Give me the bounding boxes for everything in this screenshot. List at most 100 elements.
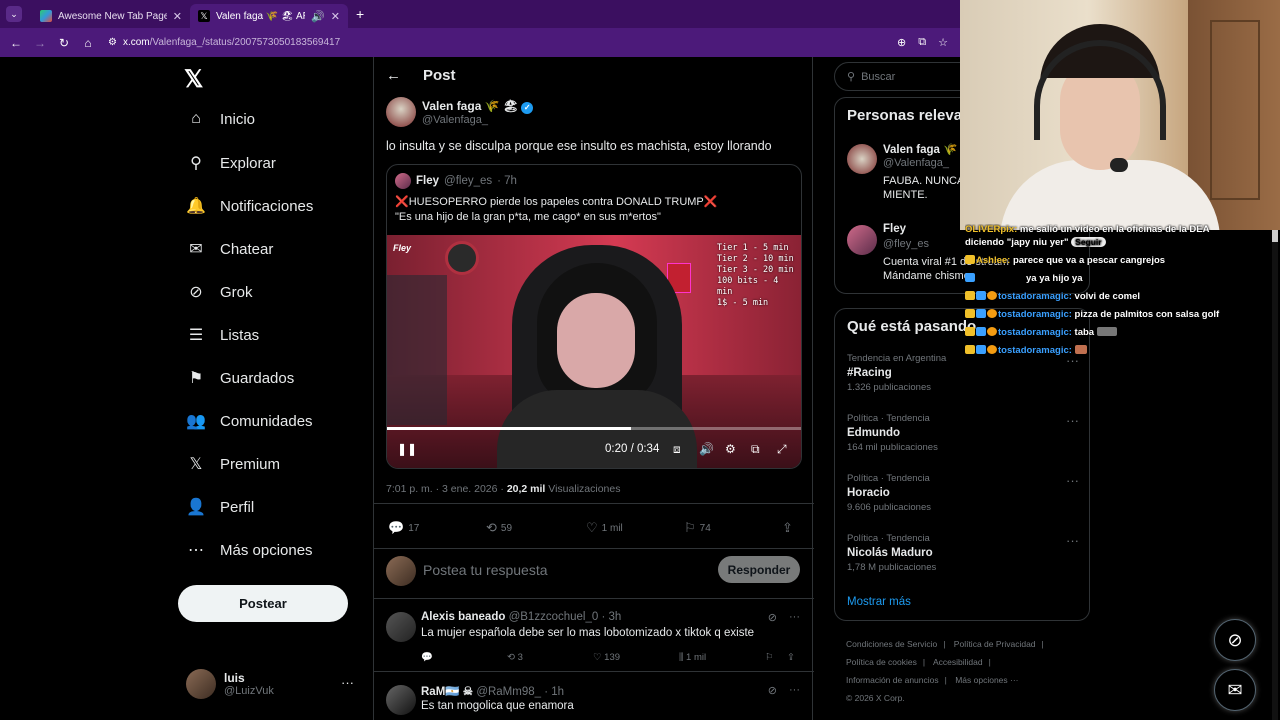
more-icon[interactable]: ··· [1066,473,1079,488]
fullscreen-icon[interactable]: ⤢ [777,442,787,457]
x-logo-icon[interactable]: 𝕏 [184,65,203,94]
trend-item[interactable]: Política · Tendencia Edmundo 164 mil publi… [847,413,1085,453]
avatar[interactable] [386,685,416,715]
install-icon[interactable]: ⧉ [918,36,926,49]
more-icon[interactable]: ··· [1066,413,1079,428]
post-button[interactable]: Postear [178,585,348,622]
back-arrow-icon[interactable]: ← [386,67,401,84]
trend-item[interactable]: Política · Tendencia Horacio 9.606 publica… [847,473,1085,513]
volume-icon[interactable]: 🔊 [699,442,714,456]
like-count: 1 mil [601,522,623,534]
nav-item-grok[interactable]: ⊘ Grok [186,282,252,302]
footer-link[interactable]: Información de anuncios [846,675,939,685]
trend-name: #Racing [847,367,892,379]
nav-item-premium[interactable]: 𝕏 Premium [186,454,280,474]
nav-item-mas-opciones[interactable]: ⋯ Más opciones [186,540,313,560]
bookmark-button[interactable]: ⚐ 74 [684,520,711,536]
crown-badge-icon [965,255,975,264]
follow-button[interactable]: Seguir [1071,237,1106,247]
tab-awesome-new-tab[interactable]: Awesome New Tab Page ✕ [32,4,190,28]
close-icon[interactable]: ✕ [331,10,340,23]
nav-label: Explorar [220,154,276,172]
trend-name: Edmundo [847,427,901,439]
nav-item-inicio[interactable]: ⌂ Inicio [186,110,255,128]
footer-link[interactable]: Condiciones de Servicio [846,639,937,649]
nav-item-chatear[interactable]: ✉ Chatear [186,239,273,259]
comment-views[interactable]: ⫼ 1 mil [679,652,706,663]
grok-icon[interactable]: ⊘ [768,684,777,697]
more-icon[interactable]: ··· [789,611,800,624]
footer-link[interactable]: Accesibilidad [933,657,983,667]
new-tab-button[interactable]: + [356,6,364,22]
reply-input[interactable]: Postea tu respuesta [423,562,548,578]
forward-icon[interactable]: → [28,36,52,50]
nav-item-perfil[interactable]: 👤 Perfil [186,497,254,517]
show-more-link[interactable]: Mostrar más [847,596,911,608]
page-scrollbar[interactable] [1272,230,1278,720]
pip-icon[interactable]: ⧉ [751,442,760,457]
avatar[interactable] [386,97,416,127]
nav-item-explorar[interactable]: ⚲ Explorar [186,153,276,173]
more-icon[interactable]: ··· [789,684,800,697]
scrollbar-thumb[interactable] [1272,230,1278,242]
bookmark-star-icon[interactable]: ☆ [938,36,948,49]
comment-like-button[interactable]: ♡ 139 [593,652,620,663]
chat-line: tostadoramagic: taba [965,327,1280,338]
footer-link[interactable]: Política de cookies [846,657,917,667]
more-icon[interactable]: ··· [341,675,354,690]
nav-item-guardados[interactable]: ⚑ Guardados [186,368,294,388]
footer-link[interactable]: Más opciones ··· [955,675,1018,685]
video-player[interactable]: Fley Tier 1 - 5 min Tier 2 - 10 min Tier… [387,235,801,468]
nav-item-comunidades[interactable]: 👥 Comunidades [186,411,313,431]
zoom-icon[interactable]: ⊕ [897,36,906,49]
comment-item[interactable]: RaM🇦🇷 ☠ @RaMm98_ · 1h ⊘ ··· Es tan mogoli… [374,675,814,720]
more-icon[interactable]: ··· [1066,533,1079,548]
chat-message: me salió un video en la oficinas de la D… [1019,224,1210,235]
comment-icon[interactable]: 💬 [421,652,433,663]
trend-item[interactable]: Tendencia en Argentina #Racing 1.326 publi… [847,353,1085,393]
bookmark-icon[interactable]: ⚐ [765,652,774,663]
share-icon[interactable]: ⇪ [787,652,795,663]
comment-item[interactable]: Alexis baneado @B1zzcochuel_0 · 3h ⊘ ··· … [374,602,814,672]
avatar[interactable] [386,612,416,642]
speaker-icon[interactable]: 🔊 [311,10,325,23]
reply-submit-button[interactable]: Responder [718,556,800,583]
home-icon[interactable]: ⌂ [76,36,100,50]
comment-author[interactable]: RaM🇦🇷 ☠ [421,686,473,698]
number-badge-icon [987,309,997,318]
back-icon[interactable]: ← [4,36,28,50]
grok-fab-button[interactable]: ⊘ [1214,619,1256,661]
nav-item-notificaciones[interactable]: 🔔 Notificaciones [186,196,313,216]
account-switcher[interactable]: luis @LuizVuk ··· [186,669,366,699]
person-name: Fley [883,223,907,235]
trend-item[interactable]: Política · Tendencia Nicolás Maduro 1,78 M… [847,533,1085,573]
captions-icon[interactable]: ⧈ [673,442,681,457]
comment-handle: @B1zzcochuel_0 · 3h [508,611,622,623]
tab-search-button[interactable]: ⌄ [6,6,22,22]
repost-button[interactable]: ⟲ 59 [486,520,512,536]
settings-icon[interactable]: ⚙ [725,442,736,456]
close-icon[interactable]: ✕ [173,10,182,23]
reload-icon[interactable]: ↻ [52,36,76,50]
avatar [186,669,216,699]
reply-button[interactable]: 💬 17 [388,520,419,536]
list-icon: ☰ [188,327,204,344]
site-info-icon[interactable]: ⚙ [108,37,117,48]
sub-badge-icon [976,291,986,300]
video-progress-bar[interactable] [387,427,801,430]
grok-icon[interactable]: ⊘ [768,611,777,624]
pause-icon[interactable]: ❚❚ [397,442,417,456]
footer-link[interactable]: Política de Privacidad [954,639,1036,649]
author-name[interactable]: Valen faga 🌾 🏖 [422,99,518,113]
tab-x-post[interactable]: 𝕏 Valen faga 🌾 🏖 AR en X: "l 🔊 ✕ [190,4,348,28]
share-button[interactable]: ⇪ [782,520,793,536]
like-button[interactable]: ♡ 1 mil [586,520,623,536]
quoted-post[interactable]: Fley @fley_es · 7h ❌HUESOPERRO pierde lo… [386,164,802,469]
author-handle[interactable]: @Valenfaga_ [422,114,533,126]
url-field[interactable]: ⚙ x.com/Valenfaga_/status/20075730501835… [108,37,897,48]
messages-fab-button[interactable]: ✉ [1214,669,1256,711]
comment-repost-button[interactable]: ⟲ 3 [507,652,523,663]
post-timestamp[interactable]: 7:01 p. m. · 3 ene. 2026 · [386,483,504,495]
nav-item-listas[interactable]: ☰ Listas [186,325,259,345]
comment-author[interactable]: Alexis baneado [421,611,505,623]
